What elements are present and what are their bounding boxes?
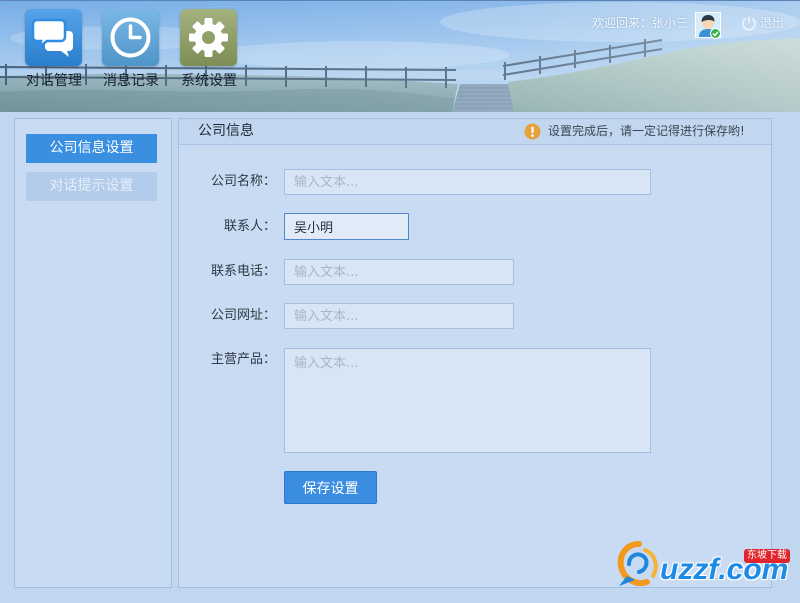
nav-item-chat-management[interactable]: 对话管理 — [24, 9, 84, 91]
app-header: 对话管理 消息记录 系统设置 欢迎回来：张小三 退出 — [0, 0, 800, 112]
contact-phone-label: 联系电话： — [210, 264, 276, 279]
company-name-label: 公司名称： — [210, 174, 276, 189]
nav-label: 系统设置 — [181, 73, 237, 89]
company-info-panel: 公司信息 设置完成后，请一定记得进行保存哟! 公司名称： 联系人： 联系电话： … — [178, 118, 772, 588]
clock-icon — [102, 9, 159, 66]
sidebar-item-company-info[interactable]: 公司信息设置 — [26, 134, 157, 163]
company-website-input[interactable] — [284, 303, 514, 329]
sidebar: 公司信息设置 对话提示设置 — [14, 118, 172, 588]
logout-label: 退出 — [760, 16, 785, 30]
contact-phone-input[interactable] — [284, 259, 514, 285]
welcome-text: 欢迎回来：张小三 — [592, 16, 689, 30]
panel-header: 公司信息 设置完成后，请一定记得进行保存哟! — [179, 119, 771, 145]
company-website-label: 公司网址： — [210, 308, 276, 323]
gear-icon — [180, 9, 237, 66]
watermark-badge: 东坡下载 — [744, 549, 790, 563]
nav-label: 消息记录 — [103, 73, 159, 89]
save-reminder-text: 设置完成后，请一定记得进行保存哟! — [548, 124, 745, 138]
nav-label: 对话管理 — [26, 73, 82, 89]
nav-item-system-settings[interactable]: 系统设置 — [179, 9, 239, 91]
main-products-textarea[interactable] — [284, 348, 651, 453]
power-icon — [741, 15, 757, 31]
company-name-input[interactable] — [284, 169, 651, 195]
watermark-logo-icon — [615, 540, 663, 590]
user-avatar-icon[interactable] — [695, 12, 721, 39]
contact-person-label: 联系人： — [223, 219, 276, 234]
main-products-label: 主营产品： — [210, 352, 276, 367]
save-settings-button[interactable]: 保存设置 — [284, 471, 377, 504]
warning-icon — [524, 123, 541, 140]
panel-title: 公司信息 — [198, 123, 254, 139]
nav-item-message-history[interactable]: 消息记录 — [101, 9, 161, 91]
sidebar-item-chat-tips[interactable]: 对话提示设置 — [26, 172, 157, 201]
contact-person-input[interactable] — [284, 213, 409, 240]
chat-bubbles-icon — [25, 9, 82, 66]
logout-button[interactable]: 退出 — [741, 14, 784, 32]
